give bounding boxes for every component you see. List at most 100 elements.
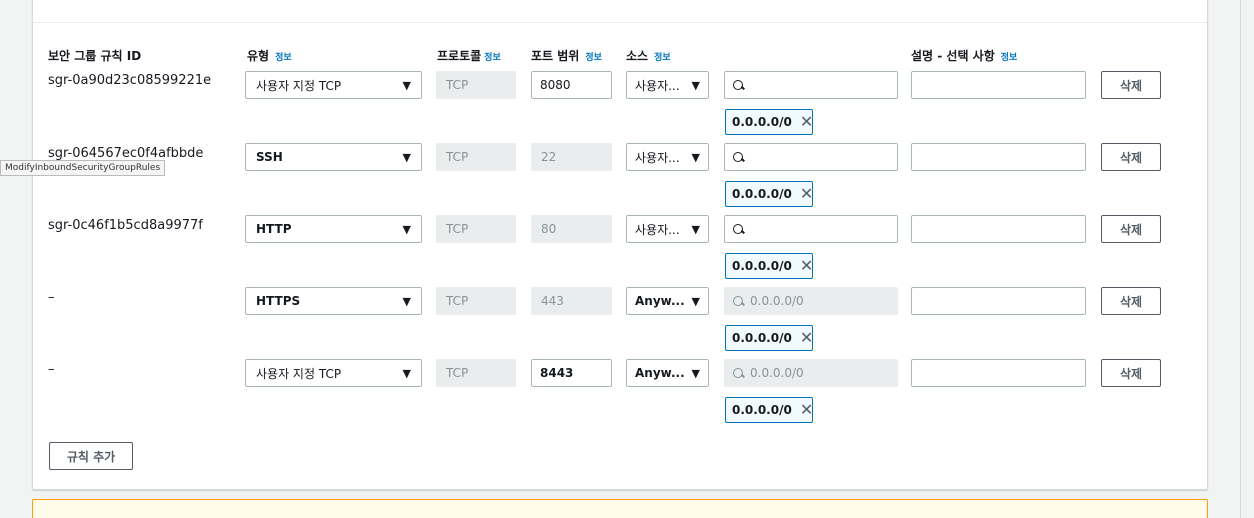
- cidr-token-2: 0.0.0.0/0 ✕: [725, 181, 813, 207]
- cidr-token-5: 0.0.0.0/0 ✕: [725, 397, 813, 423]
- protocol-field-3: TCP: [436, 215, 516, 243]
- caret-down-icon: ▼: [691, 294, 700, 308]
- caret-down-icon: ▼: [402, 366, 411, 380]
- caret-down-icon: ▼: [402, 222, 411, 236]
- source-search-4-text: 0.0.0.0/0: [750, 294, 804, 308]
- protocol-field-5: TCP: [436, 359, 516, 387]
- source-select-3-value: 사용자...: [635, 222, 680, 237]
- rule-id-2: sgr-064567ec0f4afbbde: [48, 146, 204, 161]
- type-select-5-value: 사용자 지정 TCP: [256, 366, 342, 381]
- search-icon: [733, 295, 744, 307]
- source-select-4[interactable]: Anyw... ▼: [626, 287, 709, 315]
- port-range-input-1[interactable]: 8080: [531, 71, 612, 99]
- type-select-2[interactable]: SSH ▼: [245, 143, 422, 171]
- source-search-input-3[interactable]: [724, 215, 898, 243]
- col-header-source-label: 소스: [626, 49, 649, 63]
- type-select-1[interactable]: 사용자 지정 TCP ▼: [245, 71, 422, 99]
- col-header-description: 설명 - 선택 사항 정보: [911, 47, 1017, 64]
- delete-button-3[interactable]: 삭제: [1101, 215, 1161, 243]
- description-input-1[interactable]: [911, 71, 1086, 99]
- col-header-protocol-label: 프로토콜: [437, 49, 482, 63]
- description-input-2[interactable]: [911, 143, 1086, 171]
- source-search-5-text: 0.0.0.0/0: [750, 366, 804, 380]
- cidr-token-4-label: 0.0.0.0/0: [732, 331, 792, 345]
- warning-alert: [32, 499, 1208, 518]
- search-icon: [733, 151, 744, 163]
- close-icon[interactable]: ✕: [800, 186, 813, 202]
- type-select-5[interactable]: 사용자 지정 TCP ▼: [245, 359, 422, 387]
- port-range-field-3: 80: [531, 215, 612, 243]
- delete-button-4[interactable]: 삭제: [1101, 287, 1161, 315]
- delete-button-2[interactable]: 삭제: [1101, 143, 1161, 171]
- api-tooltip: ModifyInboundSecurityGroupRules: [0, 160, 166, 176]
- protocol-field-2: TCP: [436, 143, 516, 171]
- close-icon[interactable]: ✕: [800, 402, 813, 418]
- cidr-token-1: 0.0.0.0/0 ✕: [725, 109, 813, 135]
- source-search-input-1[interactable]: [724, 71, 898, 99]
- source-select-5[interactable]: Anyw... ▼: [626, 359, 709, 387]
- source-info-link[interactable]: 정보: [654, 53, 671, 63]
- col-header-rule-id-label: 보안 그룹 규칙 ID: [48, 49, 142, 63]
- description-info-link[interactable]: 정보: [1001, 53, 1018, 63]
- rule-id-1: sgr-0a90d23c08599221e: [48, 73, 212, 88]
- col-header-rule-id: 보안 그룹 규칙 ID: [48, 47, 141, 64]
- caret-down-icon: ▼: [402, 78, 411, 92]
- caret-down-icon: ▼: [691, 78, 700, 92]
- col-header-type-label: 유형: [247, 49, 270, 63]
- rule-id-5: –: [48, 362, 55, 377]
- search-icon: [733, 223, 744, 235]
- caret-down-icon: ▼: [402, 150, 411, 164]
- protocol-field-4: TCP: [436, 287, 516, 315]
- col-header-source: 소스 정보: [626, 47, 671, 64]
- cidr-token-5-label: 0.0.0.0/0: [732, 403, 792, 417]
- search-icon: [733, 79, 744, 91]
- caret-down-icon: ▼: [402, 294, 411, 308]
- type-info-link[interactable]: 정보: [275, 53, 292, 63]
- description-input-4[interactable]: [911, 287, 1086, 315]
- source-select-5-value: Anyw...: [635, 366, 685, 380]
- cidr-token-3: 0.0.0.0/0 ✕: [725, 253, 813, 279]
- close-icon[interactable]: ✕: [800, 114, 813, 130]
- source-select-1[interactable]: 사용자... ▼: [626, 71, 709, 99]
- type-select-4[interactable]: HTTPS ▼: [245, 287, 422, 315]
- col-header-description-label: 설명 - 선택 사항: [911, 49, 995, 63]
- source-select-2[interactable]: 사용자... ▼: [626, 143, 709, 171]
- port-range-input-5[interactable]: 8443: [531, 359, 612, 387]
- search-icon: [733, 367, 744, 379]
- close-icon[interactable]: ✕: [800, 258, 813, 274]
- source-search-input-2[interactable]: [724, 143, 898, 171]
- cidr-token-4: 0.0.0.0/0 ✕: [725, 325, 813, 351]
- description-input-5[interactable]: [911, 359, 1086, 387]
- cidr-token-2-label: 0.0.0.0/0: [732, 187, 792, 201]
- port-range-field-2: 22: [531, 143, 612, 171]
- caret-down-icon: ▼: [691, 150, 700, 164]
- delete-button-1[interactable]: 삭제: [1101, 71, 1161, 99]
- port-range-field-4: 443: [531, 287, 612, 315]
- source-select-1-value: 사용자...: [635, 78, 680, 93]
- protocol-info-link[interactable]: 정보: [484, 53, 501, 63]
- close-icon[interactable]: ✕: [800, 330, 813, 346]
- type-select-1-value: 사용자 지정 TCP: [256, 78, 342, 93]
- cidr-token-3-label: 0.0.0.0/0: [732, 259, 792, 273]
- type-select-4-value: HTTPS: [256, 294, 301, 308]
- source-select-2-value: 사용자...: [635, 150, 680, 165]
- add-rule-button[interactable]: 규칙 추가: [49, 442, 133, 470]
- delete-button-5[interactable]: 삭제: [1101, 359, 1161, 387]
- panel-header-divider: [33, 22, 1207, 23]
- protocol-field-1: TCP: [436, 71, 516, 99]
- source-select-4-value: Anyw...: [635, 294, 685, 308]
- rule-id-3: sgr-0c46f1b5cd8a9977f: [48, 218, 203, 233]
- right-edge-divider: [1240, 0, 1241, 518]
- col-header-port-range: 포트 범위 정보: [531, 47, 602, 64]
- port-range-info-link[interactable]: 정보: [585, 53, 602, 63]
- col-header-port-range-label: 포트 범위: [531, 49, 580, 63]
- source-search-input-4: 0.0.0.0/0: [724, 287, 898, 315]
- source-select-3[interactable]: 사용자... ▼: [626, 215, 709, 243]
- caret-down-icon: ▼: [691, 222, 700, 236]
- type-select-3-value: HTTP: [256, 222, 292, 236]
- cidr-token-1-label: 0.0.0.0/0: [732, 115, 792, 129]
- description-input-3[interactable]: [911, 215, 1086, 243]
- type-select-2-value: SSH: [256, 150, 283, 164]
- type-select-3[interactable]: HTTP ▼: [245, 215, 422, 243]
- source-search-input-5: 0.0.0.0/0: [724, 359, 898, 387]
